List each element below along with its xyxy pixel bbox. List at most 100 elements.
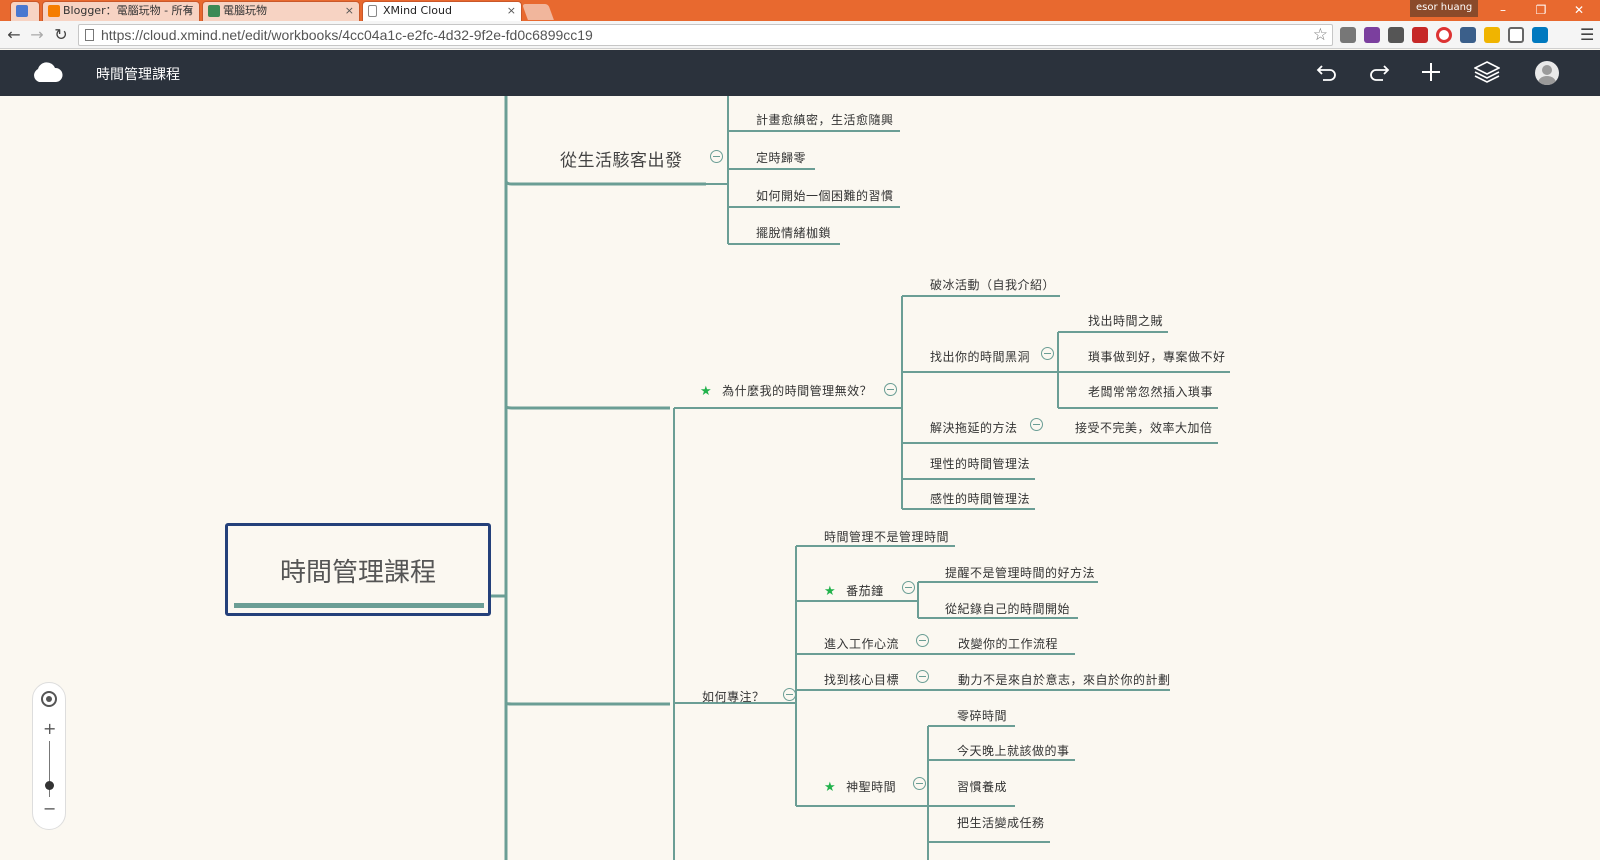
subtopic[interactable]: 改變你的工作流程: [958, 635, 1058, 652]
cast-icon[interactable]: [1508, 27, 1524, 43]
browser-user-badge[interactable]: esor huang: [1410, 0, 1479, 17]
mindmap-canvas[interactable]: 時間管理課程 從生活駭客出發 計畫愈縝密，生活愈隨興 定時歸零 如何開始一個困難…: [0, 96, 1600, 860]
mail-icon[interactable]: [1388, 27, 1404, 43]
subtopic[interactable]: 瑣事做到好，專案做不好: [1088, 348, 1226, 365]
close-icon[interactable]: ×: [345, 2, 354, 20]
tab-calendar[interactable]: [10, 1, 40, 21]
subtopic[interactable]: 定時歸零: [756, 149, 806, 166]
url-field[interactable]: https://cloud.xmind.net/edit/workbooks/4…: [78, 24, 1333, 46]
add-topic-icon[interactable]: [1418, 60, 1444, 86]
subtopic[interactable]: 進入工作心流: [824, 635, 899, 652]
collapse-icon[interactable]: [1030, 418, 1043, 431]
subtopic[interactable]: 從紀錄自己的時間開始: [945, 600, 1070, 617]
close-icon[interactable]: ×: [185, 2, 194, 20]
zoom-slider-handle[interactable]: [45, 781, 54, 790]
notes-extension-icon[interactable]: [1484, 27, 1500, 43]
subtopic[interactable]: 計畫愈縝密，生活愈隨興: [756, 111, 894, 128]
browser-tab-bar: Blogger：電腦玩物 - 所有 × 電腦玩物 × XMind Cloud ×…: [0, 0, 1600, 21]
tab-blogger[interactable]: Blogger：電腦玩物 - 所有 ×: [42, 1, 200, 21]
collapse-icon[interactable]: [884, 383, 897, 396]
document-title[interactable]: 時間管理課程: [96, 64, 180, 84]
subtopic-label: 神聖時間: [846, 780, 897, 794]
subtopic[interactable]: 時間管理不是管理時間: [824, 528, 949, 545]
subtopic[interactable]: 理性的時間管理法: [930, 455, 1030, 472]
subtopic[interactable]: 零碎時間: [957, 707, 1007, 724]
collapse-icon[interactable]: [902, 581, 915, 594]
subtopic[interactable]: 找出你的時間黑洞: [930, 348, 1030, 365]
window-close-icon[interactable]: ✕: [1564, 0, 1594, 21]
blogger-icon: [48, 5, 60, 17]
tab-label: XMind Cloud: [383, 4, 452, 17]
subtopic[interactable]: 擺脫情緒枷鎖: [756, 224, 831, 241]
center-map-icon[interactable]: [41, 691, 57, 707]
topic-b1[interactable]: 從生活駭客出發: [560, 146, 683, 171]
page-icon: [85, 29, 94, 41]
subtopic[interactable]: 找到核心目標: [824, 671, 899, 688]
topic-b3[interactable]: 如何專注？: [702, 688, 765, 705]
minimize-icon[interactable]: –: [1488, 0, 1518, 21]
blog-favicon-icon: [208, 5, 220, 17]
central-topic-label: 時間管理課程: [279, 558, 436, 588]
collapse-icon[interactable]: [783, 688, 796, 701]
star-icon: ★: [824, 584, 837, 599]
subtopic[interactable]: 習慣養成: [957, 778, 1007, 795]
collapse-icon[interactable]: [916, 634, 929, 647]
forward-arrow-icon[interactable]: →: [27, 24, 47, 46]
back-arrow-icon[interactable]: ←: [4, 24, 24, 46]
url-text: https://cloud.xmind.net/edit/workbooks/4…: [101, 27, 593, 43]
subtopic[interactable]: 解決拖延的方法: [930, 419, 1018, 436]
layers-icon[interactable]: [1473, 60, 1501, 86]
subtopic-label: 番茄鐘: [846, 584, 884, 598]
zoom-in-button[interactable]: +: [43, 719, 56, 738]
subtopic[interactable]: 把生活變成任務: [957, 814, 1045, 831]
extension-icon[interactable]: [1340, 27, 1356, 43]
subtopic[interactable]: 如何開始一個困難的習慣: [756, 187, 894, 204]
subtopic[interactable]: 動力不是來自於意志，來自於你的計劃: [958, 671, 1171, 688]
topic-b2-label: 為什麼我的時間管理無效？: [722, 384, 873, 398]
connector-lines: [491, 96, 1230, 860]
tab-blog[interactable]: 電腦玩物 ×: [202, 1, 360, 21]
subtopic[interactable]: 找出時間之賊: [1088, 312, 1163, 329]
restore-icon[interactable]: ❐: [1526, 0, 1556, 21]
central-underline: [234, 603, 484, 608]
collapse-icon[interactable]: [1041, 347, 1054, 360]
onenote-icon[interactable]: [1364, 27, 1380, 43]
reload-icon[interactable]: ↻: [51, 24, 71, 46]
red-extension-icon[interactable]: [1412, 27, 1428, 43]
address-toolbar: ← → ↻ https://cloud.xmind.net/edit/workb…: [0, 21, 1600, 49]
menu-icon[interactable]: ☰: [1580, 25, 1594, 44]
cloud-icon[interactable]: [31, 62, 63, 84]
central-topic[interactable]: 時間管理課程: [225, 523, 491, 616]
topic-b2[interactable]: ★ 為什麼我的時間管理無效？: [700, 382, 872, 399]
extension-icon[interactable]: [1460, 27, 1476, 43]
page-icon: [368, 5, 377, 17]
subtopic[interactable]: 接受不完美，效率大加倍: [1075, 419, 1213, 436]
subtopic-sacred-time[interactable]: ★ 神聖時間: [824, 778, 896, 795]
app-header: 時間管理課程: [0, 50, 1600, 96]
tab-xmind-cloud[interactable]: XMind Cloud ×: [362, 1, 522, 21]
new-tab-button[interactable]: [522, 4, 554, 20]
subtopic[interactable]: 破冰活動（自我介紹）: [930, 276, 1055, 293]
subtopic[interactable]: 老闆常常忽然插入瑣事: [1088, 383, 1213, 400]
subtopic[interactable]: 提醒不是管理時間的好方法: [945, 564, 1095, 581]
subtopic-pomodoro[interactable]: ★ 番茄鐘: [824, 582, 884, 599]
calendar-icon: [16, 5, 28, 17]
collapse-icon[interactable]: [710, 150, 723, 163]
close-icon[interactable]: ×: [507, 2, 516, 20]
star-icon: ★: [824, 780, 837, 795]
user-avatar[interactable]: [1535, 61, 1559, 85]
record-icon[interactable]: [1436, 27, 1452, 43]
collapse-icon[interactable]: [913, 777, 926, 790]
zoom-out-button[interactable]: −: [43, 799, 56, 818]
subtopic[interactable]: 感性的時間管理法: [930, 490, 1030, 507]
subtopic[interactable]: 今天晚上就該做的事: [957, 742, 1070, 759]
tab-label: Blogger：電腦玩物 - 所有: [63, 4, 194, 17]
redo-icon[interactable]: [1366, 60, 1392, 86]
collapse-icon[interactable]: [916, 670, 929, 683]
trello-icon[interactable]: [1532, 27, 1548, 43]
tab-label: 電腦玩物: [223, 4, 267, 17]
undo-icon[interactable]: [1314, 60, 1340, 86]
bookmark-star-icon[interactable]: ☆: [1313, 25, 1328, 45]
zoom-control: + −: [32, 682, 66, 830]
star-icon: ★: [700, 384, 713, 399]
